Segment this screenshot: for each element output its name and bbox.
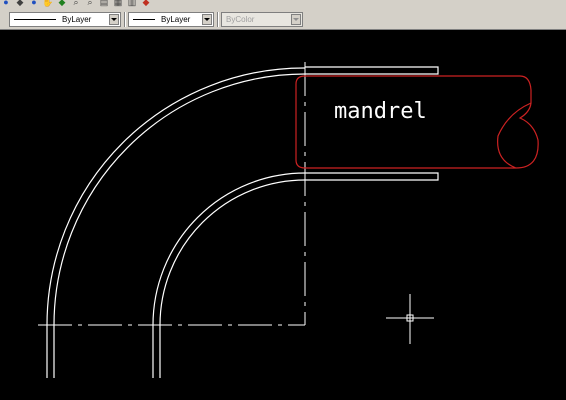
cad-application-window: ● ◆ ● ✋ ◆ ⌕ ⌕ ▤ ▦ ▥ ◆ ByLayer ByLayer By… (0, 0, 566, 400)
straight-tube-bottom[interactable] (305, 172, 439, 181)
properties-icon[interactable]: ▤ (98, 0, 110, 8)
redo-icon[interactable]: ● (28, 0, 40, 8)
lineweight-sample (133, 19, 155, 20)
drawing-canvas[interactable]: mandrel (0, 30, 566, 400)
straight-tube-top[interactable] (305, 66, 439, 75)
toolbar-separator (217, 12, 219, 27)
help-icon[interactable]: ◆ (140, 0, 152, 8)
zoom-window-icon[interactable]: ⌕ (70, 0, 82, 8)
outer-pipe-wall-outer[interactable] (46, 67, 306, 378)
tool-palettes-icon[interactable]: ▥ (126, 0, 138, 8)
lineweight-value: ByLayer (161, 15, 191, 24)
zoom-previous-icon[interactable]: ⌕ (84, 0, 96, 8)
zoom-realtime-icon[interactable]: ◆ (56, 0, 68, 8)
lineweight-dropdown[interactable]: ByLayer (128, 12, 214, 27)
undo-icon[interactable]: ◆ (14, 0, 26, 8)
inner-pipe-wall-outer[interactable] (152, 172, 306, 378)
toolbar-separator (124, 12, 126, 27)
linetype-value: ByLayer (62, 15, 92, 24)
plotstyle-dropdown[interactable]: ByColor (221, 12, 303, 27)
inner-pipe-wall-inner[interactable] (159, 179, 306, 378)
pan-icon[interactable]: ✋ (42, 0, 54, 8)
chevron-down-icon[interactable] (202, 14, 212, 25)
save-icon[interactable]: ● (0, 0, 12, 8)
crosshair-cursor (386, 294, 434, 344)
properties-toolbar: ByLayer ByLayer ByColor (0, 10, 566, 30)
linetype-dropdown[interactable]: ByLayer (9, 12, 121, 27)
linetype-sample (14, 19, 56, 20)
chevron-down-icon[interactable] (109, 14, 119, 25)
design-center-icon[interactable]: ▦ (112, 0, 124, 8)
mandrel-label: mandrel (334, 99, 427, 124)
chevron-down-icon[interactable] (291, 14, 301, 25)
plotstyle-value: ByColor (226, 15, 255, 24)
outer-pipe-wall-inner[interactable] (53, 73, 306, 378)
